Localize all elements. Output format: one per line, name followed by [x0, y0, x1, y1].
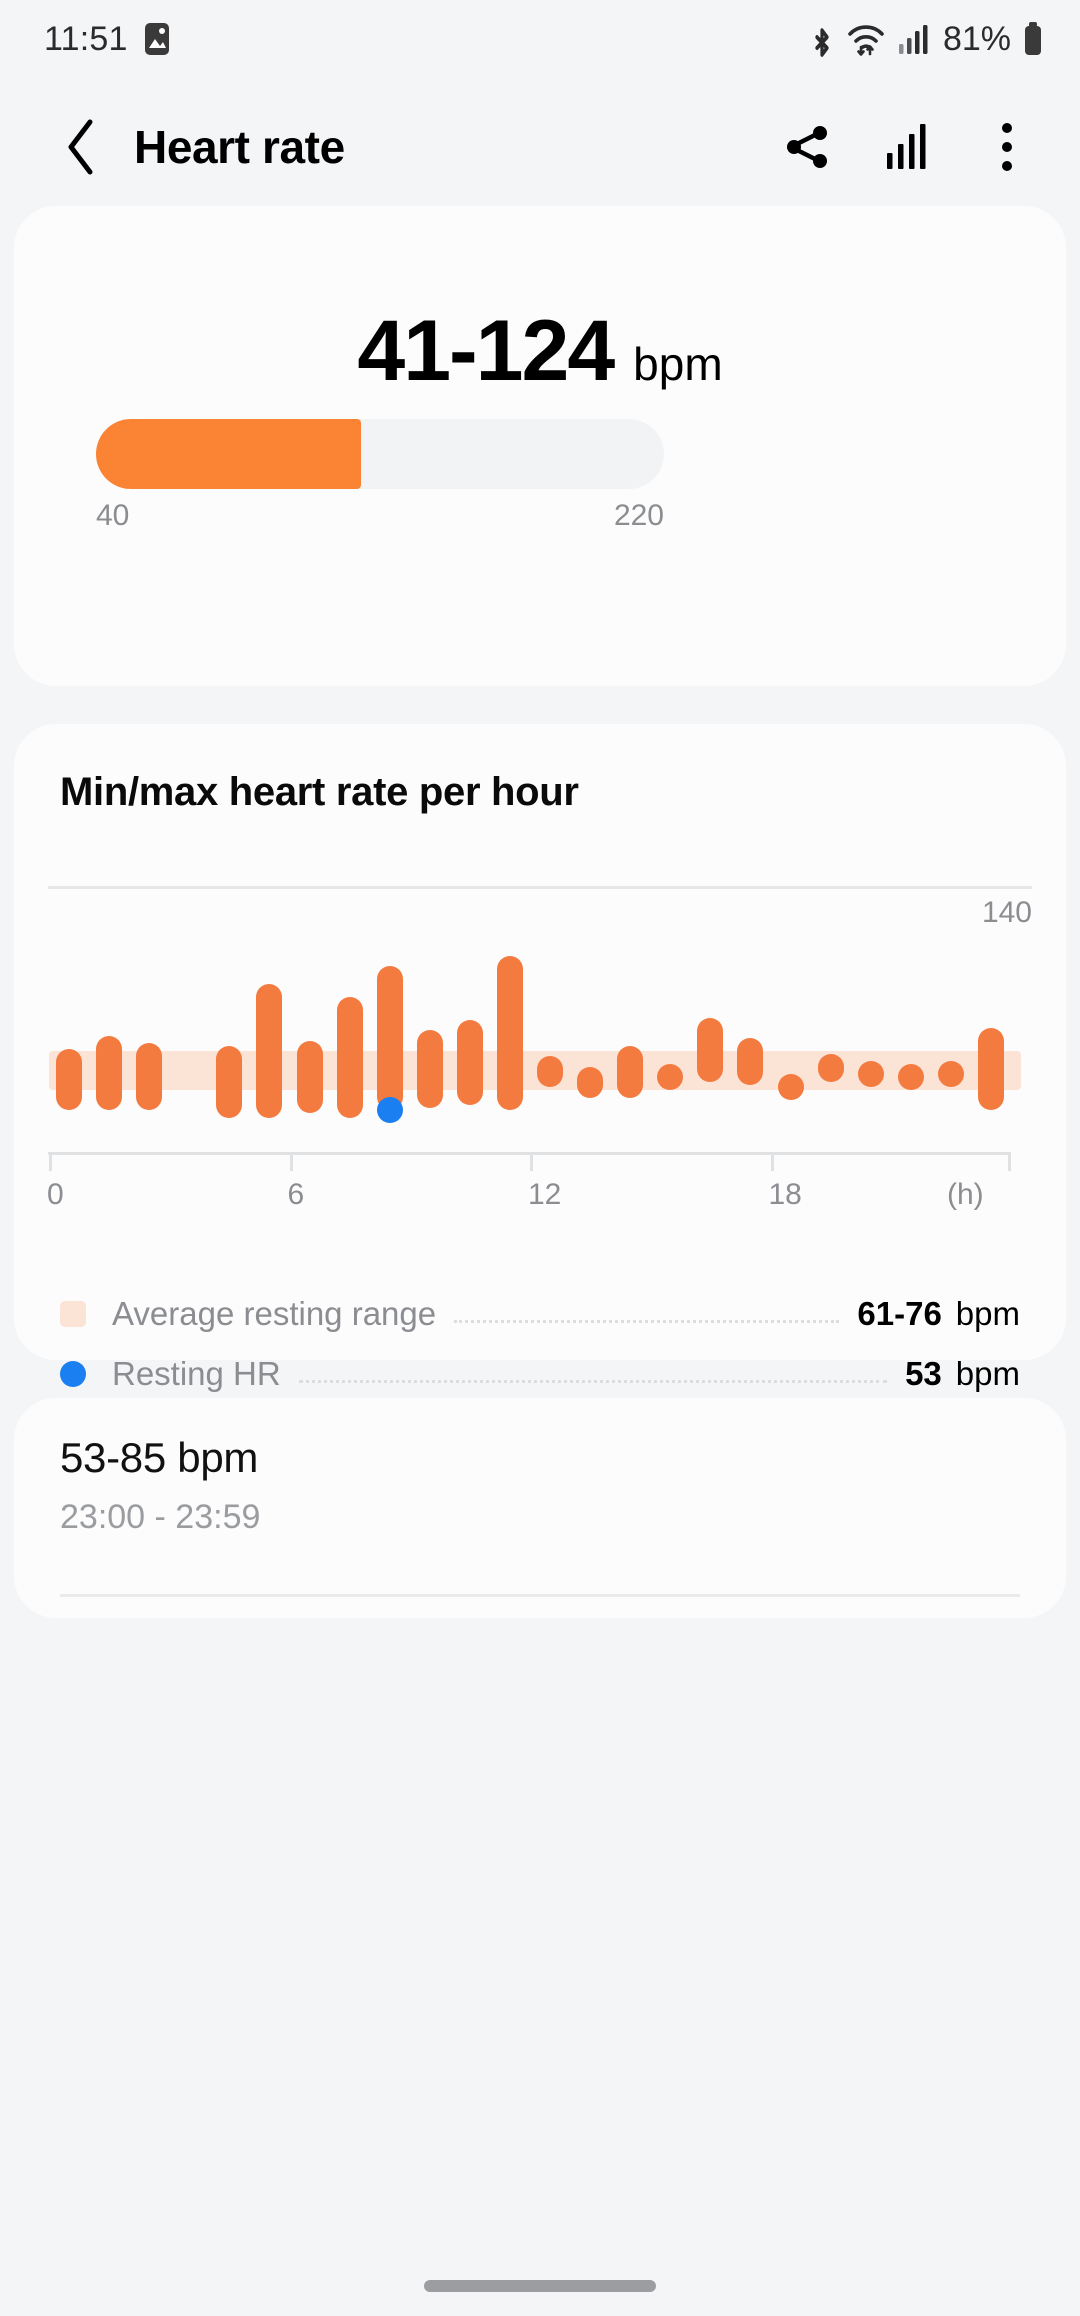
- hourly-bar: [96, 1035, 123, 1111]
- range-min-label: 40: [96, 499, 130, 532]
- average-resting-range-swatch: [60, 1301, 86, 1327]
- chart-x-axis: 0 6 12 18 (h): [14, 1152, 1066, 1252]
- status-bar: 11:51 81%: [0, 0, 1080, 78]
- battery-percent-label: 81%: [942, 19, 1011, 58]
- heart-rate-range-track: [96, 419, 664, 489]
- legend-row-resting-hr: Resting HR 53 bpm: [60, 1344, 1020, 1404]
- legend-unit-resting-hr: bpm: [955, 1355, 1020, 1392]
- legend-leader-dots: [298, 1353, 888, 1383]
- x-axis-tick-label: 0: [47, 1178, 64, 1211]
- hourly-bar: [496, 955, 523, 1111]
- hourly-bar: [777, 1074, 804, 1101]
- hourly-bar: [697, 1017, 724, 1083]
- hourly-bar: [296, 1040, 323, 1114]
- page-title: Heart rate: [134, 121, 345, 173]
- heart-rate-unit: bpm: [633, 338, 723, 390]
- wifi-icon: [846, 21, 886, 57]
- range-scale-labels: 40 220: [96, 499, 664, 533]
- hourly-bar: [857, 1061, 884, 1088]
- hourly-bar: [537, 1056, 564, 1088]
- x-axis-tick-label: 18: [768, 1178, 802, 1211]
- heart-rate-range-value: 41-124: [357, 303, 615, 399]
- legend-value-resting-hr: 53: [905, 1355, 942, 1392]
- hourly-bar: [256, 984, 283, 1119]
- heart-rate-detail-card[interactable]: 53-85 bpm 23:00 - 23:59: [14, 1398, 1066, 1618]
- legend-value-average-resting-range: 61-76: [857, 1295, 942, 1332]
- legend-unit-average-resting-range: bpm: [955, 1295, 1020, 1332]
- x-axis-tick: [289, 1152, 293, 1171]
- summary-value-row: 41-124 bpm: [14, 302, 1066, 401]
- hourly-heart-rate-card: Min/max heart rate per hour 140 0 6 12 18 (h…: [14, 724, 1066, 1392]
- legend-row-average-resting-range: Average resting range 61-76 bpm: [60, 1284, 1020, 1344]
- app-bar-actions: [776, 116, 1038, 178]
- hourly-bar: [216, 1045, 243, 1119]
- status-bar-clock: 11:51: [44, 19, 128, 58]
- hourly-bars: [14, 844, 1066, 1144]
- chart-plot-area[interactable]: 140: [14, 844, 1066, 1144]
- back-button[interactable]: [50, 116, 112, 178]
- image-icon: [142, 22, 172, 56]
- hourly-bar: [657, 1064, 684, 1091]
- share-button[interactable]: [776, 116, 838, 178]
- x-axis-end-tick: [1008, 1152, 1011, 1171]
- hourly-bar: [937, 1061, 964, 1088]
- x-axis-tick: [49, 1152, 52, 1171]
- status-bar-left: 11:51: [44, 20, 172, 59]
- detail-heart-rate-value: 53-85 bpm: [60, 1434, 259, 1481]
- legend-label-average-resting-range: Average resting range: [112, 1295, 437, 1332]
- resting-hr-swatch: [60, 1361, 86, 1387]
- detail-divider: [60, 1594, 1020, 1597]
- x-axis-unit-label: (h): [947, 1178, 984, 1211]
- cellular-signal-icon: [897, 22, 929, 56]
- chevron-left-icon: [64, 118, 98, 176]
- hourly-bar: [376, 965, 403, 1111]
- x-axis-tick: [770, 1152, 774, 1171]
- bar-chart-icon: [883, 121, 931, 173]
- hourly-bar: [977, 1027, 1004, 1111]
- detail-time-range: 23:00 - 23:59: [60, 1498, 261, 1536]
- more-options-button[interactable]: [976, 116, 1038, 178]
- overflow-menu-icon: [999, 121, 1015, 173]
- hourly-bar: [416, 1030, 443, 1108]
- legend-leader-dots: [454, 1293, 840, 1323]
- x-axis-line: [48, 1152, 1010, 1155]
- chart-view-button[interactable]: [876, 116, 938, 178]
- hourly-bar: [136, 1043, 163, 1111]
- share-icon: [781, 121, 833, 173]
- hourly-bar: [897, 1064, 924, 1091]
- range-max-label: 220: [613, 499, 664, 532]
- app-bar: Heart rate: [0, 92, 1080, 202]
- hourly-bar: [56, 1048, 83, 1111]
- hourly-bar: [336, 996, 363, 1119]
- hourly-bar: [617, 1045, 644, 1098]
- x-axis-tick: [530, 1152, 533, 1171]
- resting-hr-marker: [376, 1097, 403, 1124]
- heart-rate-range-fill: [96, 419, 362, 489]
- heart-rate-summary-card: 41-124 bpm 40 220: [14, 206, 1066, 686]
- hourly-bar: [737, 1038, 764, 1085]
- x-axis-tick-label: 6: [287, 1178, 305, 1211]
- hourly-bar: [577, 1066, 604, 1098]
- status-bar-right: 81%: [809, 20, 1044, 59]
- chart-title: Min/max heart rate per hour: [60, 770, 579, 814]
- chart-legend: Average resting range 61-76 bpm Resting …: [60, 1284, 1020, 1404]
- navigation-handle[interactable]: [424, 2280, 656, 2292]
- bluetooth-icon: [809, 21, 835, 57]
- hourly-bar: [456, 1020, 483, 1106]
- battery-icon: [1022, 21, 1044, 57]
- hourly-bar: [817, 1053, 844, 1083]
- app-screen: 11:51 81% Heart rate 41-124 bpm 40 220 M…: [0, 0, 1080, 2316]
- legend-label-resting-hr: Resting HR: [112, 1355, 281, 1392]
- x-axis-tick-label: 12: [528, 1178, 562, 1211]
